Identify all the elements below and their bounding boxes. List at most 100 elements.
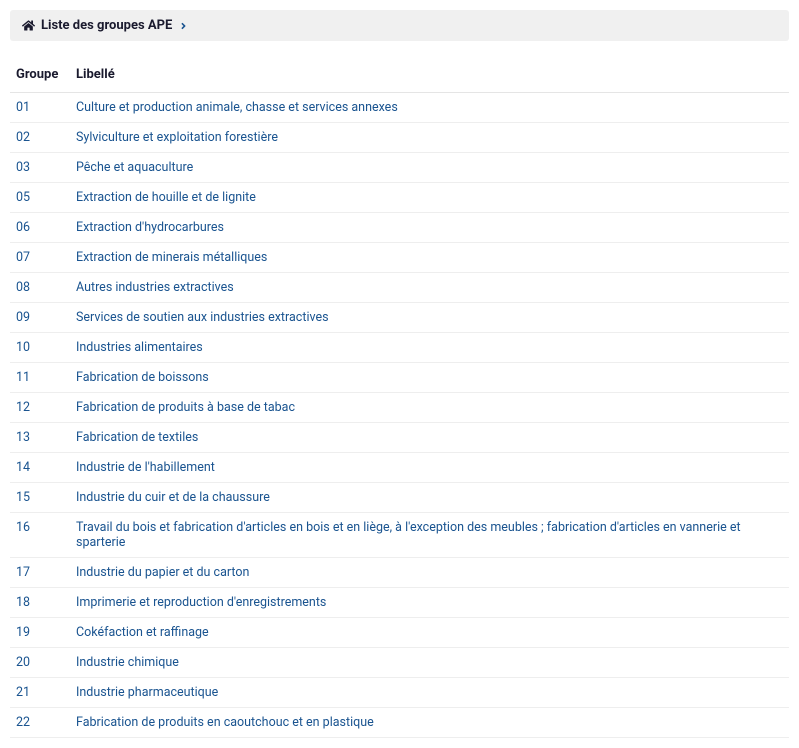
cell-groupe: 01 (10, 93, 70, 123)
cell-libelle: Sylviculture et exploitation forestière (70, 123, 789, 153)
groupe-link[interactable]: 03 (16, 160, 30, 175)
libelle-link[interactable]: Extraction d'hydrocarbures (76, 220, 224, 235)
cell-groupe: 20 (10, 648, 70, 678)
groupe-link[interactable]: 19 (16, 625, 30, 640)
libelle-link[interactable]: Autres industries extractives (76, 280, 234, 295)
column-header-libelle: Libellé (70, 59, 789, 93)
cell-groupe: 09 (10, 303, 70, 333)
table-row: 21 Industrie pharmaceutique (10, 678, 789, 708)
libelle-link[interactable]: Fabrication de boissons (76, 370, 209, 385)
cell-groupe: 22 (10, 708, 70, 738)
libelle-link[interactable]: Fabrication de textiles (76, 430, 198, 445)
groupe-link[interactable]: 01 (16, 100, 30, 115)
libelle-link[interactable]: Sylviculture et exploitation forestière (76, 130, 278, 145)
table-row: 12 Fabrication de produits à base de taba… (10, 393, 789, 423)
libelle-link[interactable]: Cokéfaction et raffinage (76, 625, 209, 640)
cell-libelle: Extraction de houille et de lignite (70, 183, 789, 213)
libelle-link[interactable]: Pêche et aquaculture (76, 160, 193, 175)
cell-groupe: 12 (10, 393, 70, 423)
cell-libelle: Extraction de minerais métalliques (70, 243, 789, 273)
cell-libelle: Services de soutien aux industries extra… (70, 303, 789, 333)
groupe-link[interactable]: 09 (16, 310, 30, 325)
table-row: 22 Fabrication de produits en caoutchouc … (10, 708, 789, 738)
groupe-link[interactable]: 12 (16, 400, 30, 415)
libelle-link[interactable]: Culture et production animale, chasse et… (76, 100, 398, 115)
cell-libelle: Industrie pharmaceutique (70, 678, 789, 708)
cell-groupe: 17 (10, 558, 70, 588)
cell-libelle: Travail du bois et fabrication d'article… (70, 513, 789, 558)
cell-groupe: 10 (10, 333, 70, 363)
cell-groupe: 16 (10, 513, 70, 558)
libelle-link[interactable]: Industrie pharmaceutique (76, 685, 218, 700)
groupe-link[interactable]: 08 (16, 280, 30, 295)
chevron-right-icon (180, 21, 187, 31)
groupe-link[interactable]: 10 (16, 340, 30, 355)
libelle-link[interactable]: Extraction de houille et de lignite (76, 190, 256, 205)
cell-groupe: 13 (10, 423, 70, 453)
cell-groupe: 02 (10, 123, 70, 153)
libelle-link[interactable]: Industrie du papier et du carton (76, 565, 249, 580)
ape-groups-table: Groupe Libellé 01Culture et production a… (10, 59, 789, 738)
libelle-link[interactable]: Fabrication de produits en caoutchouc et… (76, 715, 374, 730)
groupe-link[interactable]: 07 (16, 250, 30, 265)
home-icon[interactable] (22, 19, 35, 32)
libelle-link[interactable]: Travail du bois et fabrication d'article… (76, 520, 741, 550)
table-row: 11 Fabrication de boissons (10, 363, 789, 393)
cell-libelle: Fabrication de produits en caoutchouc et… (70, 708, 789, 738)
cell-groupe: 07 (10, 243, 70, 273)
groupe-link[interactable]: 05 (16, 190, 30, 205)
cell-libelle: Industries alimentaires (70, 333, 789, 363)
cell-groupe: 08 (10, 273, 70, 303)
table-row: 03 Pêche et aquaculture (10, 153, 789, 183)
groupe-link[interactable]: 20 (16, 655, 30, 670)
cell-libelle: Pêche et aquaculture (70, 153, 789, 183)
groupe-link[interactable]: 06 (16, 220, 30, 235)
table-row: 06 Extraction d'hydrocarbures (10, 213, 789, 243)
table-row: 17 Industrie du papier et du carton (10, 558, 789, 588)
table-row: 14 Industrie de l'habillement (10, 453, 789, 483)
table-row: 16 Travail du bois et fabrication d'artic… (10, 513, 789, 558)
cell-libelle: Industrie chimique (70, 648, 789, 678)
groupe-link[interactable]: 13 (16, 430, 30, 445)
cell-libelle: Imprimerie et reproduction d'enregistrem… (70, 588, 789, 618)
table-row: 07 Extraction de minerais métalliques (10, 243, 789, 273)
cell-groupe: 03 (10, 153, 70, 183)
cell-groupe: 19 (10, 618, 70, 648)
cell-libelle: Industrie du cuir et de la chaussure (70, 483, 789, 513)
table-row: 15 Industrie du cuir et de la chaussure (10, 483, 789, 513)
cell-libelle: Cokéfaction et raffinage (70, 618, 789, 648)
cell-libelle: Fabrication de textiles (70, 423, 789, 453)
cell-groupe: 21 (10, 678, 70, 708)
libelle-link[interactable]: Fabrication de produits à base de tabac (76, 400, 295, 415)
cell-groupe: 05 (10, 183, 70, 213)
libelle-link[interactable]: Industrie du cuir et de la chaussure (76, 490, 270, 505)
groupe-link[interactable]: 11 (16, 370, 30, 385)
libelle-link[interactable]: Industrie de l'habillement (76, 460, 215, 475)
cell-libelle: Fabrication de produits à base de tabac (70, 393, 789, 423)
table-row: 08 Autres industries extractives (10, 273, 789, 303)
groupe-link[interactable]: 16 (16, 520, 30, 535)
table-row: 18 Imprimerie et reproduction d'enregistr… (10, 588, 789, 618)
libelle-link[interactable]: Industrie chimique (76, 655, 179, 670)
groupe-link[interactable]: 15 (16, 490, 30, 505)
cell-groupe: 15 (10, 483, 70, 513)
cell-libelle: Autres industries extractives (70, 273, 789, 303)
cell-groupe: 06 (10, 213, 70, 243)
groupe-link[interactable]: 14 (16, 460, 30, 475)
groupe-link[interactable]: 21 (16, 685, 30, 700)
cell-groupe: 11 (10, 363, 70, 393)
groupe-link[interactable]: 18 (16, 595, 30, 610)
libelle-link[interactable]: Imprimerie et reproduction d'enregistrem… (76, 595, 326, 610)
groupe-link[interactable]: 22 (16, 715, 30, 730)
libelle-link[interactable]: Industries alimentaires (76, 340, 203, 355)
table-row: 05 Extraction de houille et de lignite (10, 183, 789, 213)
libelle-link[interactable]: Extraction de minerais métalliques (76, 250, 267, 265)
libelle-link[interactable]: Services de soutien aux industries extra… (76, 310, 329, 325)
table-row: 09 Services de soutien aux industries ext… (10, 303, 789, 333)
groupe-link[interactable]: 17 (16, 565, 30, 580)
cell-libelle: Extraction d'hydrocarbures (70, 213, 789, 243)
cell-libelle: Industrie de l'habillement (70, 453, 789, 483)
groupe-link[interactable]: 02 (16, 130, 30, 145)
cell-groupe: 14 (10, 453, 70, 483)
table-row: 20 Industrie chimique (10, 648, 789, 678)
